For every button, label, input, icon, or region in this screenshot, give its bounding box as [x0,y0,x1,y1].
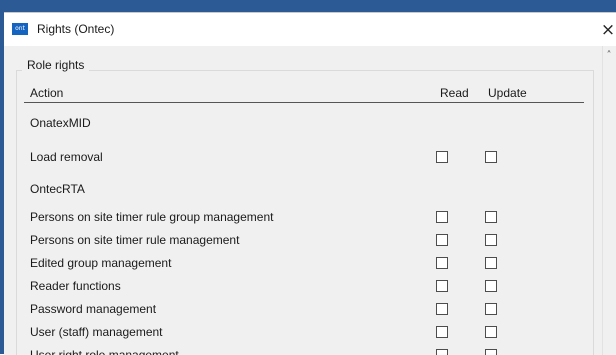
section-header-ontecrta: OntecRTA [30,182,85,196]
rights-dialog: ont Rights (Ontec) × Role rights Action … [4,12,616,355]
right-label: Reader functions [30,279,121,293]
update-checkbox[interactable] [485,303,497,315]
update-checkbox[interactable] [485,326,497,338]
role-rights-group-title: Role rights [22,58,90,72]
read-checkbox[interactable] [436,303,448,315]
section-header-onatexmid: OnatexMID [30,116,91,130]
window-title: Rights (Ontec) [37,22,115,36]
scroll-up-arrow-icon[interactable]: ˄ [603,50,615,62]
app-icon: ont [12,23,28,35]
title-bar[interactable]: ont Rights (Ontec) × [4,13,616,46]
update-checkbox[interactable] [485,151,497,163]
header-divider [24,102,584,103]
right-label: Edited group management [30,256,172,270]
read-checkbox[interactable] [436,280,448,292]
desktop-background [0,0,616,12]
dialog-content: Role rights Action Read Update OnatexMID… [4,46,616,355]
read-checkbox[interactable] [436,234,448,246]
column-header-action: Action [30,86,64,100]
read-checkbox[interactable] [436,151,448,163]
update-checkbox[interactable] [485,349,497,355]
close-button[interactable]: × [596,17,616,43]
column-header-read: Read [440,86,469,100]
right-label: User (staff) management [30,325,163,339]
right-label: Persons on site timer rule group managem… [30,210,274,224]
right-label: Password management [30,302,157,316]
update-checkbox[interactable] [485,211,497,223]
vertical-scrollbar[interactable] [602,46,616,355]
update-checkbox[interactable] [485,280,497,292]
update-checkbox[interactable] [485,257,497,269]
update-checkbox[interactable] [485,234,497,246]
right-label: Load removal [30,150,103,164]
right-label: Persons on site timer rule management [30,233,240,247]
read-checkbox[interactable] [436,257,448,269]
read-checkbox[interactable] [436,349,448,355]
read-checkbox[interactable] [436,326,448,338]
read-checkbox[interactable] [436,211,448,223]
column-header-update: Update [488,86,527,100]
